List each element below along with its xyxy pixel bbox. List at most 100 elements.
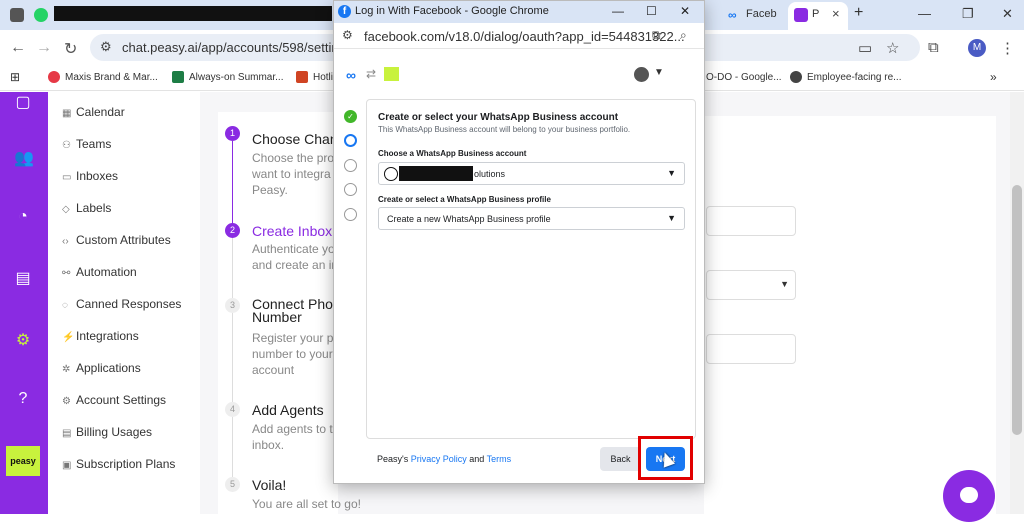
step-number: 5 (225, 477, 240, 492)
forward-arrow-icon[interactable]: → (36, 39, 52, 57)
tab-facebook-label[interactable]: Faceb (746, 8, 777, 20)
account-avatar[interactable] (634, 67, 649, 82)
tab-peasy-label: P (812, 8, 820, 20)
step-number: 4 (225, 402, 240, 417)
site-info-icon[interactable]: ⚙ (342, 28, 353, 42)
step-connector (232, 238, 233, 300)
sidebar-item-subscription-plans[interactable]: ▣ Subscription Plans (62, 457, 175, 471)
bookmark-item[interactable]: Employee-facing re... (807, 72, 902, 83)
tag-icon: ◇ (62, 204, 70, 215)
sidebar-item-labels[interactable]: ◇ Labels (62, 201, 111, 215)
account-select-label: Choose a WhatsApp Business account (378, 149, 527, 158)
redacted-tab-title[interactable] (54, 6, 332, 21)
profile-avatar[interactable]: M (968, 39, 986, 57)
billing-icon: ▤ (62, 428, 72, 439)
back-arrow-icon[interactable]: ← (10, 39, 26, 57)
extensions-icon[interactable]: ⧉ (928, 39, 939, 56)
caret-down-icon[interactable]: ▼ (654, 67, 664, 78)
maxis-icon (48, 71, 60, 83)
sidebar-item-integrations[interactable]: ⚡ Integrations (62, 329, 139, 343)
whatsapp-account-select[interactable]: olutions ▼ (378, 162, 685, 185)
step-title: Add Agents (252, 402, 324, 418)
popup-address-bar: ⚙ facebook.com/v18.0/dialog/oauth?app_id… (334, 23, 704, 49)
sidebar-item-account-settings[interactable]: ⚙ Account Settings (62, 393, 166, 407)
step-description: Authenticate yo and create an ir (252, 242, 336, 272)
sidebar-item-inboxes[interactable]: ▭ Inboxes (62, 169, 118, 183)
sidebar-item-custom-attributes[interactable]: ‹› Custom Attributes (62, 233, 171, 247)
popup-maximize-icon[interactable]: ☐ (646, 4, 657, 18)
chat-icon[interactable]: ▢ (14, 92, 32, 111)
chrome-menu-icon[interactable]: ⋮ (1000, 39, 1015, 57)
meta-tab-icon[interactable]: ∞ (728, 8, 742, 22)
meta-logo-icon: ∞ (346, 67, 356, 83)
calendar-icon: ▦ (62, 108, 72, 119)
canned-icon: ◌ (62, 300, 68, 311)
popup-close-icon[interactable]: ✕ (680, 4, 690, 18)
bookmark-item[interactable]: O-DO - Google... (706, 72, 782, 83)
clipboard-icon[interactable]: ▤ (14, 268, 32, 287)
facebook-login-popup: f Log in With Facebook - Google Chrome —… (333, 0, 705, 484)
bookmark-item[interactable]: Hotli (313, 72, 333, 83)
inbox-detail-input[interactable] (706, 334, 796, 364)
sidebar-item-teams[interactable]: ⚇ Teams (62, 137, 111, 151)
apps-grid-icon[interactable]: ⊞ (10, 70, 20, 84)
code-icon: ‹› (62, 236, 69, 247)
page-scrollbar-thumb[interactable] (1012, 185, 1022, 435)
form-subtitle: This WhatsApp Business account will belo… (378, 125, 631, 134)
minimize-icon[interactable]: — (918, 6, 931, 21)
sidebar-item-canned-responses[interactable]: ◌ Canned Responses (62, 297, 181, 311)
step-number: 2 (225, 223, 240, 238)
peasy-logo[interactable]: peasy (6, 446, 40, 476)
bookmark-item[interactable]: Always-on Summar... (189, 72, 283, 83)
reload-icon[interactable]: ↻ (64, 39, 77, 59)
inbox-form-panel (704, 116, 996, 514)
dialog-footer: Peasy's Privacy Policy and Terms (377, 454, 512, 464)
close-tab-icon[interactable]: × (832, 6, 840, 21)
more-bookmarks-icon[interactable]: » (990, 70, 997, 84)
sidebar-item-automation[interactable]: ⚯ Automation (62, 265, 137, 279)
bookmark-star-icon[interactable]: ☆ (886, 39, 899, 57)
new-tab-icon[interactable]: + (854, 4, 863, 22)
step-connector (232, 141, 233, 227)
close-window-icon[interactable]: ✕ (1002, 6, 1013, 22)
step-description: Register your p number to your account (252, 331, 334, 377)
step-description: Add agents to t inbox. (252, 422, 333, 452)
account-settings-icon: ⚙ (62, 396, 71, 407)
restore-icon[interactable]: ❐ (962, 6, 974, 22)
whatsapp-icon (384, 167, 398, 181)
automation-icon: ⚯ (62, 268, 71, 279)
settings-gear-icon[interactable]: ⚙ (14, 330, 32, 349)
contacts-icon[interactable]: 👥 (14, 148, 34, 167)
apps-icon: ✲ (62, 364, 71, 375)
popup-url-text: facebook.com/v18.0/dialog/oauth?app_id=5… (364, 29, 685, 44)
settings-sidebar: ▦ Calendar ⚇ Teams ▭ Inboxes ◇ Labels ‹› Cust… (48, 92, 200, 514)
sidebar-item-calendar[interactable]: ▦ Calendar (62, 105, 125, 119)
meta-dialog-header: ∞ ⇄ ▼ (334, 49, 704, 99)
privacy-policy-link[interactable]: Privacy Policy (411, 454, 467, 464)
zoom-icon[interactable]: ⌕ (680, 28, 687, 43)
back-button[interactable]: Back (600, 447, 641, 471)
popup-minimize-icon[interactable]: — (612, 4, 624, 18)
step-number: 3 (225, 298, 240, 313)
sidebar-item-billing-usages[interactable]: ▤ Billing Usages (62, 425, 152, 439)
inbox-type-select[interactable]: ▼ (706, 270, 796, 300)
inbox-name-input[interactable] (706, 206, 796, 236)
step-pending-dot (344, 159, 357, 172)
open-in-browser-icon[interactable]: ⧉ (652, 28, 661, 43)
whatsapp-tab-icon[interactable] (34, 8, 48, 22)
terms-link[interactable]: Terms (487, 454, 512, 464)
reports-icon[interactable]: ◔ (14, 208, 32, 226)
site-info-icon[interactable]: ⚙ (100, 39, 112, 55)
step-complete-check-icon: ✓ (344, 110, 357, 123)
sidebar-item-applications[interactable]: ✲ Applications (62, 361, 141, 375)
step-title: Voila! (252, 477, 287, 493)
support-chat-button[interactable] (943, 470, 995, 522)
facebook-icon: f (338, 5, 351, 18)
peasy-app-icon (384, 67, 399, 81)
tab-list-icon[interactable] (10, 8, 24, 22)
whatsapp-profile-select[interactable]: Create a new WhatsApp Business profile ▼ (378, 207, 685, 230)
help-icon[interactable]: ? (14, 390, 32, 408)
bookmark-item[interactable]: Maxis Brand & Mar... (65, 72, 158, 83)
tab-peasy-active[interactable]: P × (788, 2, 848, 30)
cast-icon[interactable]: ▭ (858, 39, 872, 57)
